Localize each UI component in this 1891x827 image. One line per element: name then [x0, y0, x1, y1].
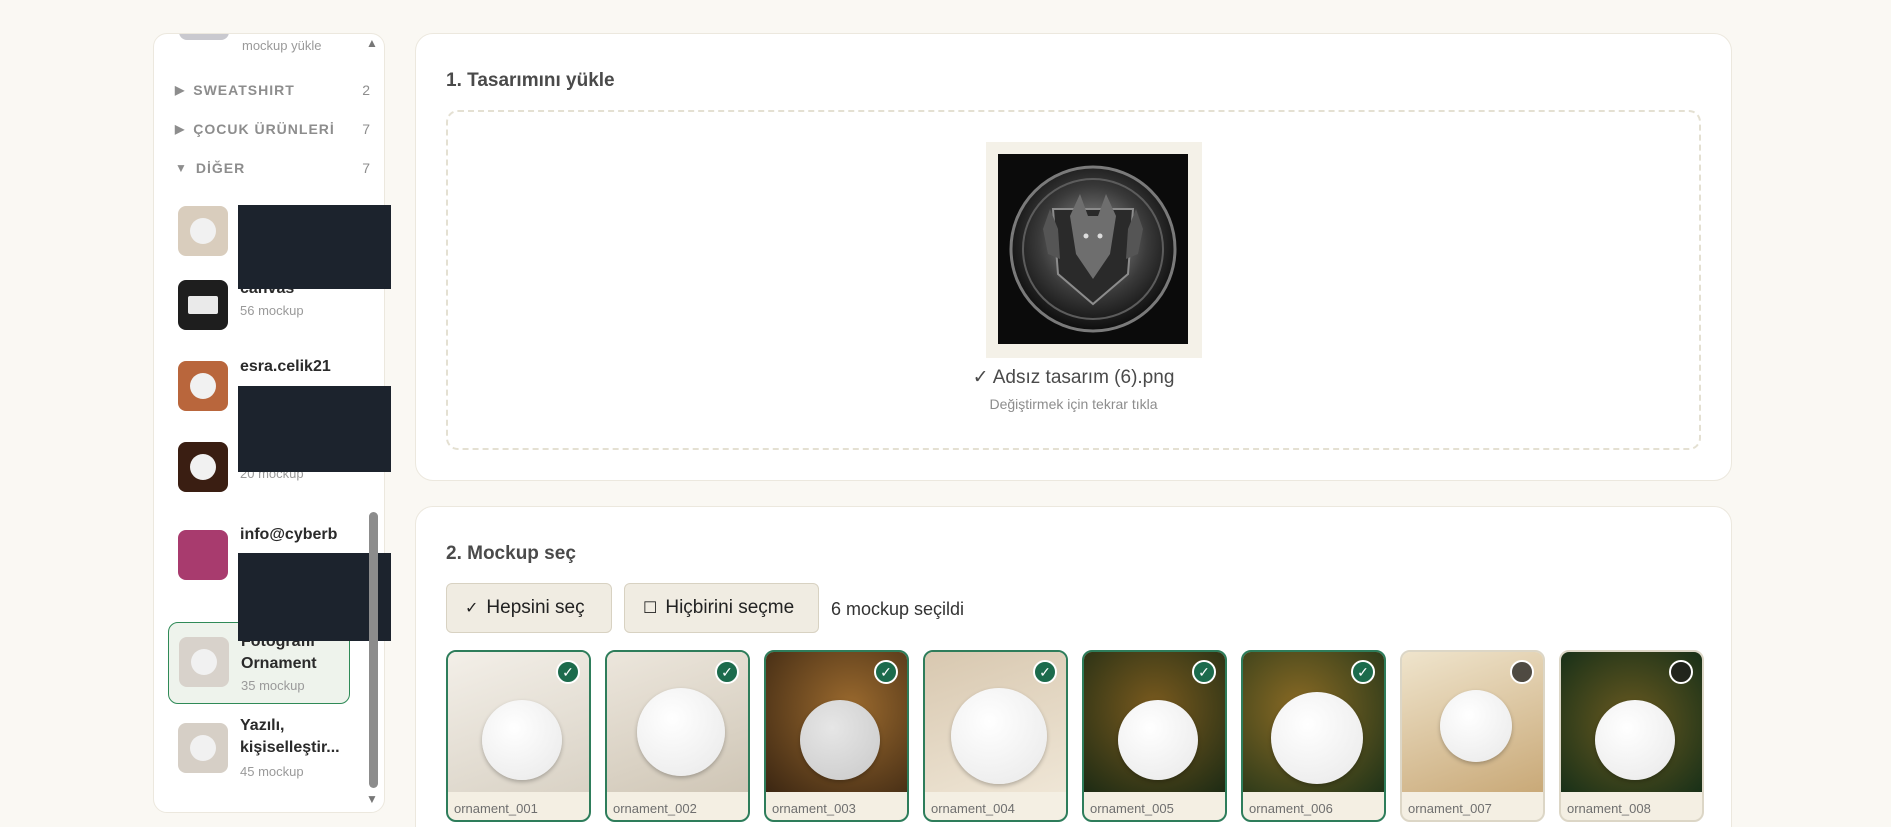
- scroll-down-arrow-icon[interactable]: ▼: [366, 792, 378, 806]
- item-thumbnail: [178, 280, 228, 330]
- item-thumbnail: [178, 361, 228, 411]
- category-diger[interactable]: ▼ DİĞER 7: [175, 160, 370, 176]
- unchecked-circle-icon[interactable]: [1510, 660, 1534, 684]
- checkmark-icon: ✓: [465, 600, 479, 617]
- item-name: info@cyberb: [240, 526, 338, 543]
- checkmark-icon[interactable]: ✓: [1192, 660, 1216, 684]
- mockup-card[interactable]: ✓ ornament_001: [446, 650, 591, 822]
- redaction-block: [238, 386, 391, 472]
- mockup-card[interactable]: ornament_008: [1559, 650, 1704, 822]
- item-name: Yazılı, kişiselleştir...: [240, 717, 340, 756]
- checkbox-empty-icon: ☐: [643, 600, 658, 617]
- sidebar-scrollbar[interactable]: [369, 512, 378, 788]
- select-none-button[interactable]: ☐ Hiçbirini seçme: [624, 583, 819, 633]
- mockup-label: ornament_001: [454, 801, 538, 816]
- scroll-up-arrow-icon[interactable]: ▲: [366, 36, 378, 50]
- mockup-card[interactable]: ✓ ornament_004: [923, 650, 1068, 822]
- mockup-card[interactable]: ornament_007: [1400, 650, 1545, 822]
- item-thumbnail: [178, 530, 228, 580]
- category-cocuk-urunleri[interactable]: ▶ ÇOCUK ÜRÜNLERİ 7: [175, 121, 370, 137]
- item-thumbnail: [178, 723, 228, 773]
- mockup-card[interactable]: ✓ ornament_006: [1241, 650, 1386, 822]
- category-label: DİĞER: [195, 160, 246, 176]
- upload-title: 1. Tasarımını yükle: [446, 70, 615, 91]
- design-image: [998, 154, 1188, 344]
- upload-hint: Değiştirmek için tekrar tıkla: [989, 396, 1158, 412]
- select-none-label: Hiçbirini seçme: [665, 597, 795, 618]
- item-thumbnail: [178, 442, 228, 492]
- item-count: 56 mockup: [240, 303, 304, 318]
- mockup-label: ornament_003: [772, 801, 856, 816]
- selection-status: 6 mockup seçildi: [831, 599, 965, 619]
- category-count: 7: [362, 121, 370, 137]
- category-label: SWEATSHIRT: [193, 82, 295, 98]
- item-thumbnail[interactable]: [179, 34, 229, 40]
- expand-arrow-icon: ▶: [175, 83, 186, 97]
- design-preview: [986, 142, 1202, 358]
- category-label: ÇOCUK ÜRÜNLERİ: [193, 121, 335, 137]
- item-thumbnail: [178, 206, 228, 256]
- mockup-label: ornament_008: [1567, 801, 1651, 816]
- mockup-label: ornament_002: [613, 801, 697, 816]
- upload-panel: 1. Tasarımını yükle ✓ Adsız tasarım (6).…: [415, 33, 1732, 481]
- checkmark-icon[interactable]: ✓: [715, 660, 739, 684]
- sidebar-item-yazili-kisisellestir[interactable]: Yazılı, kişiselleştir... 45 mockup: [168, 711, 350, 793]
- mockup-select-title: 2. Mockup seç: [446, 543, 576, 564]
- item-count: mockup yükle: [242, 38, 322, 53]
- unchecked-circle-icon[interactable]: [1669, 660, 1693, 684]
- item-count: 45 mockup: [240, 764, 304, 779]
- checkmark-icon[interactable]: ✓: [556, 660, 580, 684]
- mockup-card[interactable]: ✓ ornament_005: [1082, 650, 1227, 822]
- redaction-block: [238, 205, 391, 289]
- checkmark-icon[interactable]: ✓: [874, 660, 898, 684]
- item-name: esra.celik21: [240, 358, 331, 375]
- checkmark-icon[interactable]: ✓: [1033, 660, 1057, 684]
- item-count: 35 mockup: [241, 678, 305, 693]
- select-all-label: Hepsini seç: [486, 597, 585, 618]
- mockup-card[interactable]: ✓ ornament_003: [764, 650, 909, 822]
- design-dropzone[interactable]: ✓ Adsız tasarım (6).png Değiştirmek için…: [446, 110, 1701, 450]
- category-sweatshirt[interactable]: ▶ SWEATSHIRT 2: [175, 82, 370, 98]
- checkmark-icon[interactable]: ✓: [1351, 660, 1375, 684]
- expand-arrow-icon: ▶: [175, 122, 186, 136]
- collapse-arrow-icon: ▼: [175, 161, 188, 175]
- mockup-select-panel: 2. Mockup seç ✓ Hepsini seç ☐ Hiçbirini …: [415, 506, 1732, 827]
- mockup-label: ornament_005: [1090, 801, 1174, 816]
- select-all-button[interactable]: ✓ Hepsini seç: [446, 583, 612, 633]
- mockup-label: ornament_004: [931, 801, 1015, 816]
- mockup-label: ornament_007: [1408, 801, 1492, 816]
- mockup-label: ornament_006: [1249, 801, 1333, 816]
- category-count: 2: [362, 82, 370, 98]
- category-count: 7: [362, 160, 370, 176]
- item-thumbnail: [179, 637, 229, 687]
- mockup-card[interactable]: ✓ ornament_002: [605, 650, 750, 822]
- uploaded-file-name: ✓ Adsız tasarım (6).png: [972, 367, 1175, 388]
